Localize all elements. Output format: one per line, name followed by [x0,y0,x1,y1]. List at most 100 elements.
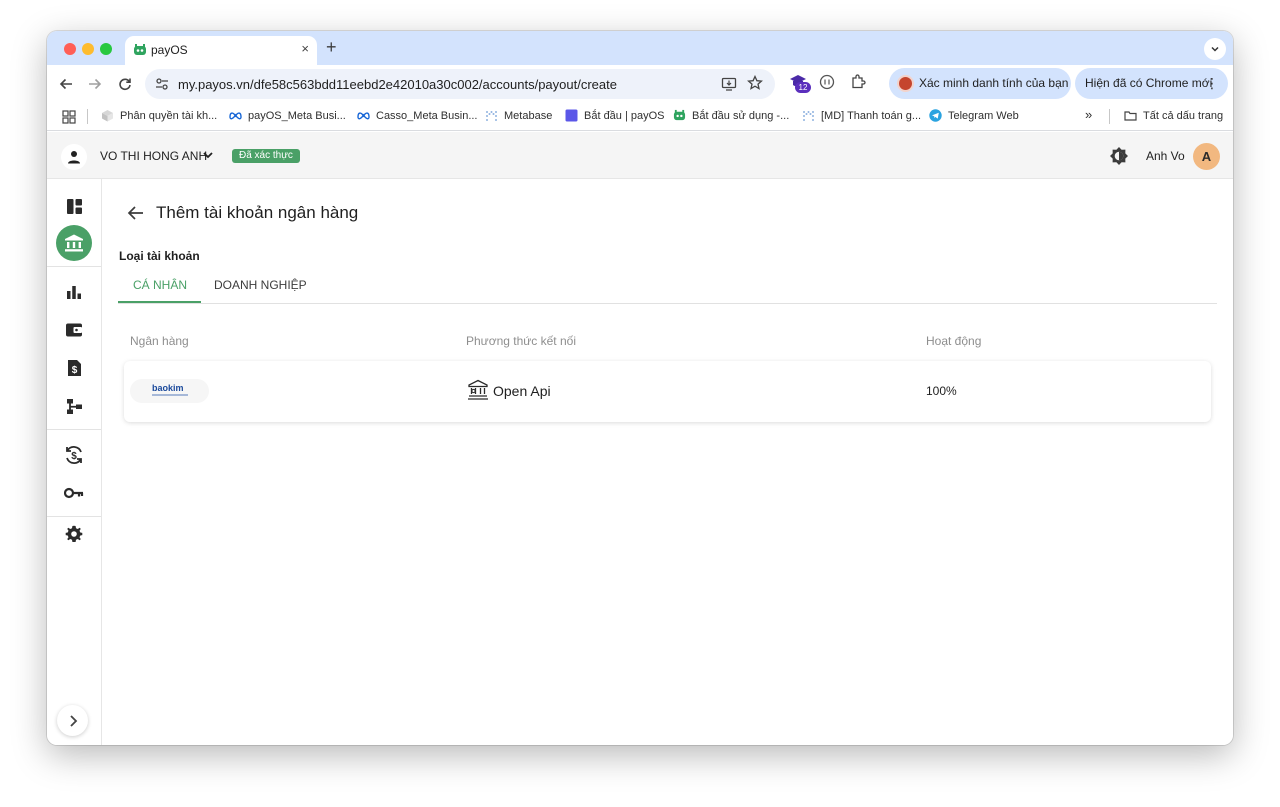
bookmark-item[interactable]: payOS_Meta Busi... [229,109,346,122]
bookmark-label: payOS_Meta Busi... [248,109,346,122]
browser-toolbar: my.payos.vn/dfe58c563bdd11eebd2e42010a30… [47,65,1233,103]
bar-chart-icon [67,286,81,299]
bank-logo-tagline [152,394,188,396]
account-type-tabs: CÁ NHÂN DOANH NGHIỆP [118,267,1217,304]
reload-icon [119,78,131,91]
currency-exchange-icon: $ [66,446,82,464]
payos-icon [134,44,146,55]
meta-icon [357,112,370,120]
person-icon [68,151,80,164]
bookmark-item[interactable]: Telegram Web [929,109,1019,122]
organization-avatar [61,144,87,170]
connection-method: Open Api [493,383,551,399]
page-title: Thêm tài khoản ngân hàng [156,203,359,222]
arrow-right-icon [89,78,102,90]
chevron-right-icon [69,714,77,727]
reload-button[interactable] [115,74,135,94]
invoice-dollar-icon: $ [67,360,81,376]
sidebar-item-hierarchy[interactable] [56,388,92,424]
bookmark-item[interactable]: Phân quyền tài kh... [101,109,217,122]
maximize-window-button[interactable] [100,43,112,55]
sidebar-item-dashboard[interactable] [56,188,92,224]
browser-window: payOS × + my.payos.vn/dfe58c563bdd11eebd… [47,31,1233,745]
extension-circle-icon[interactable] [819,74,835,90]
sidebar-expand-button[interactable] [57,705,88,736]
tab-search-button[interactable] [1204,38,1226,60]
organization-name[interactable]: VO THI HONG ANH [100,149,207,163]
extensions-puzzle-icon[interactable] [850,74,866,90]
sidebar-divider [47,429,101,430]
metabase-icon [803,111,814,121]
chrome-update-chip[interactable]: Hiện đã có Chrome mới ⋮ [1075,68,1228,99]
sidebar-item-wallet[interactable] [56,312,92,348]
verify-identity-text: Xác minh danh tính của bạn [919,76,1069,90]
sidebar-item-bank-accounts[interactable] [56,225,92,261]
back-button[interactable] [56,74,76,94]
bookmark-label: Phân quyền tài kh... [120,109,218,122]
active-tab-indicator [118,301,201,303]
svg-text:$: $ [71,451,77,462]
sidebar-item-statistics[interactable] [56,274,92,310]
uptime-value: 100% [926,384,957,398]
account-name[interactable]: Anh Vo [1146,149,1185,163]
apps-grid-icon[interactable] [62,110,76,124]
tab-business[interactable]: DOANH NGHIỆP [214,278,307,292]
folder-icon [1124,111,1137,121]
bookmark-item[interactable]: Bắt đầu | payOS [565,109,665,122]
url-text[interactable]: my.payos.vn/dfe58c563bdd11eebd2e42010a30… [178,77,617,92]
site-settings-icon[interactable] [155,77,169,91]
verify-identity-chip[interactable]: Xác minh danh tính của bạn [889,68,1071,99]
chevron-down-icon [1211,46,1219,52]
baokim-logo: baokim [130,379,209,403]
all-bookmarks-button[interactable]: Tất cả dấu trang [1124,109,1223,122]
more-bookmarks-button[interactable]: » [1085,107,1092,122]
account-avatar[interactable]: A [1193,143,1220,170]
chevron-down-icon[interactable] [201,148,215,162]
metabase-icon [486,111,497,121]
tab-personal[interactable]: CÁ NHÂN [133,278,187,292]
bookmark-item[interactable]: Casso_Meta Busin... [357,109,478,122]
bookmarks-separator [87,109,88,124]
arrow-left-icon [59,78,72,90]
account-type-label: Loại tài khoản [119,249,200,263]
main-content: Thêm tài khoản ngân hàng Loại tài khoản … [102,179,1233,745]
wallet-icon [66,323,82,337]
bank-icon [65,234,83,252]
minimize-window-button[interactable] [82,43,94,55]
sidebar: $ $ [47,179,102,745]
bookmarks-bar: Phân quyền tài kh... payOS_Meta Busi... … [47,103,1233,131]
tab-title: payOS [151,43,188,57]
sidebar-divider [47,266,101,267]
table-row[interactable]: baokim Open Api 100% [124,361,1211,422]
verified-badge: Đã xác thực [232,149,300,163]
install-app-icon[interactable] [721,76,737,92]
sidebar-item-currency-exchange[interactable]: $ [56,437,92,473]
bookmark-star-icon[interactable] [747,75,763,91]
extension-badge: 12 [795,82,811,93]
chrome-menu-icon[interactable]: ⋮ [1205,76,1219,90]
new-tab-button[interactable]: + [326,37,337,57]
sidebar-item-invoice[interactable]: $ [56,350,92,386]
bookmark-item[interactable]: [MD] Thanh toán g... [802,109,921,122]
arrow-left-icon[interactable] [126,203,146,223]
all-bookmarks-label: Tất cả dấu trang [1143,109,1224,122]
svg-text:$: $ [71,365,77,376]
bookmark-item[interactable]: Metabase [485,109,552,122]
bookmark-item[interactable]: Bắt đầu sử dụng -... [673,109,789,122]
column-header-bank: Ngân hàng [130,334,189,348]
theme-toggle-icon[interactable] [1109,146,1129,166]
close-window-button[interactable] [64,43,76,55]
sidebar-item-settings[interactable] [56,516,92,552]
open-api-bank-icon [468,379,488,400]
key-icon [64,487,84,499]
tab-close-icon[interactable]: × [301,41,309,57]
bookmark-label: Bắt đầu sử dụng -... [692,109,790,122]
bookmark-label: Metabase [504,109,553,122]
sidebar-item-api-keys[interactable] [56,475,92,511]
dashboard-icon [66,198,82,214]
browser-tab[interactable]: payOS × [125,36,317,65]
address-bar[interactable]: my.payos.vn/dfe58c563bdd11eebd2e42010a30… [145,69,775,99]
gear-icon [65,525,83,542]
payos-icon [673,109,686,121]
forward-button[interactable] [85,74,105,94]
